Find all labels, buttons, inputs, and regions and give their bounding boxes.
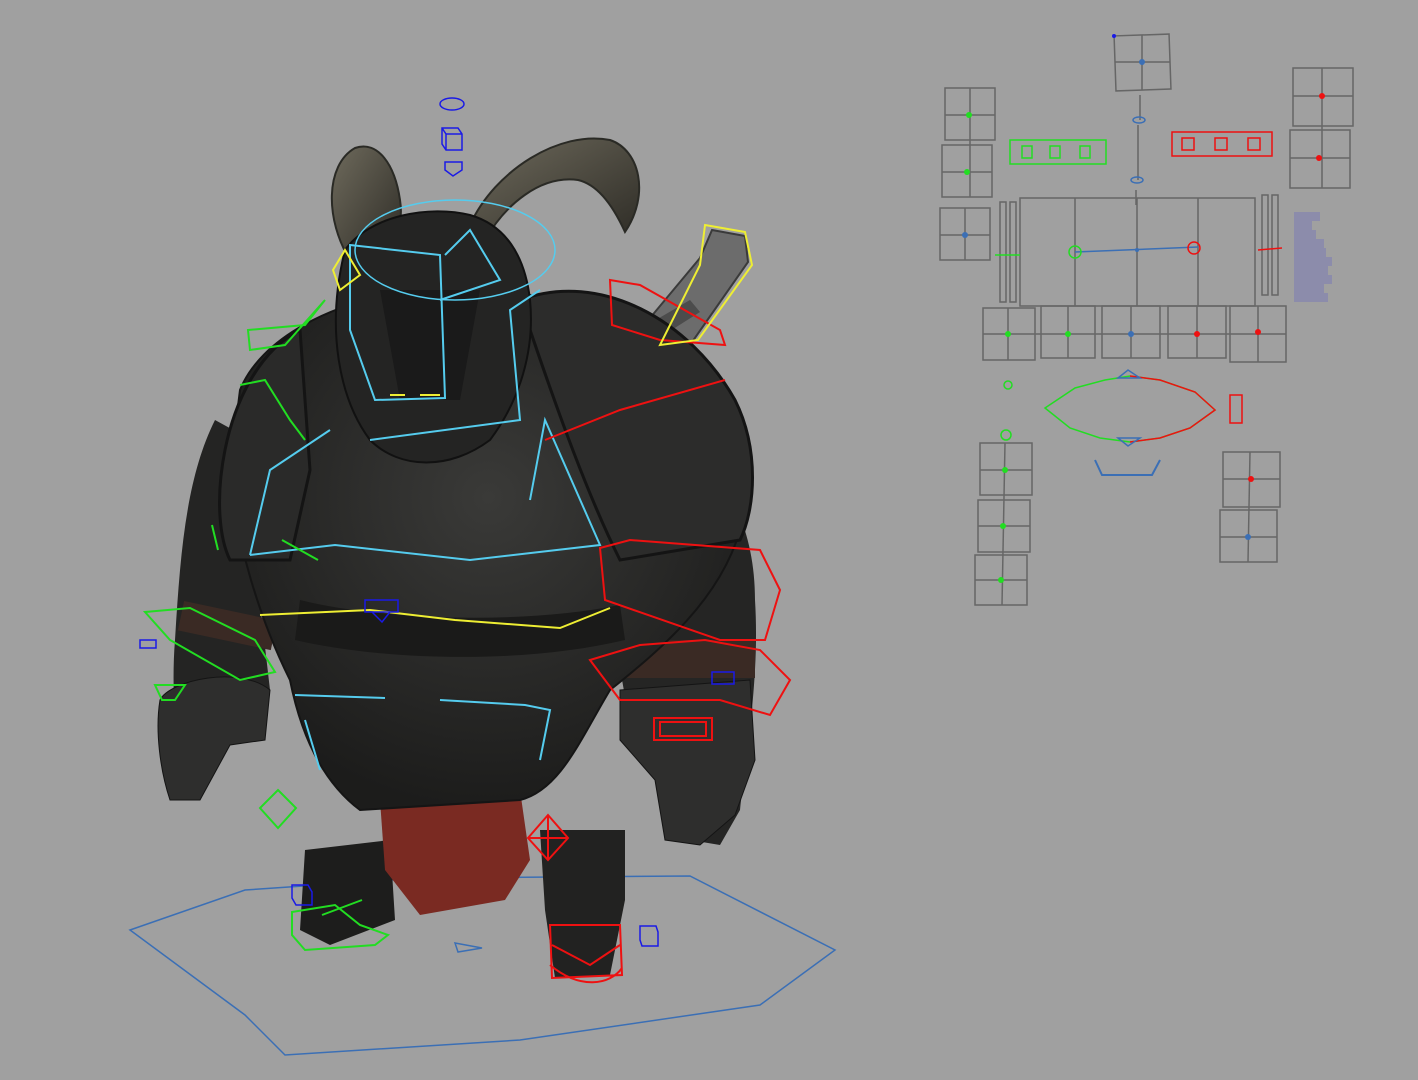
picker-attr-label[interactable] xyxy=(1294,293,1328,302)
direction-arrow-icon[interactable] xyxy=(453,942,483,953)
picker-left-fingers[interactable] xyxy=(1009,139,1107,165)
picker-attr-label[interactable] xyxy=(1294,221,1312,230)
picker-attr-label[interactable] xyxy=(1294,239,1324,248)
picker-eye-control[interactable] xyxy=(1229,394,1243,424)
right-leg-ikfk-icon[interactable] xyxy=(639,925,659,947)
scene-svg xyxy=(128,33,1354,1056)
picker-attr-label[interactable] xyxy=(1294,212,1320,221)
head-cube-icon[interactable] xyxy=(441,127,463,151)
picker-attribute-list xyxy=(1294,212,1332,302)
picker-attr-label[interactable] xyxy=(1294,248,1326,257)
picker-attr-label[interactable] xyxy=(1294,275,1332,284)
picker-attr-label[interactable] xyxy=(1294,284,1324,293)
picker-attr-label[interactable] xyxy=(1294,266,1328,275)
picker-right-fingers[interactable] xyxy=(1171,131,1273,157)
eye-target-icon[interactable] xyxy=(439,97,465,111)
picker-face-ring[interactable] xyxy=(1043,369,1217,447)
left-knee-pole-control[interactable] xyxy=(258,788,298,830)
picker-attr-label[interactable] xyxy=(1294,230,1316,239)
cloth-mesh xyxy=(380,790,530,915)
picker-attr-label[interactable] xyxy=(1294,257,1332,266)
control-picker xyxy=(939,33,1354,606)
left-arm-ikfk-icon[interactable] xyxy=(139,639,157,649)
maya-viewport[interactable] xyxy=(0,0,1418,1080)
picker-jaw-control[interactable] xyxy=(1094,459,1161,476)
right-horn-mesh xyxy=(468,137,641,242)
jaw-cube-icon[interactable] xyxy=(444,161,463,177)
